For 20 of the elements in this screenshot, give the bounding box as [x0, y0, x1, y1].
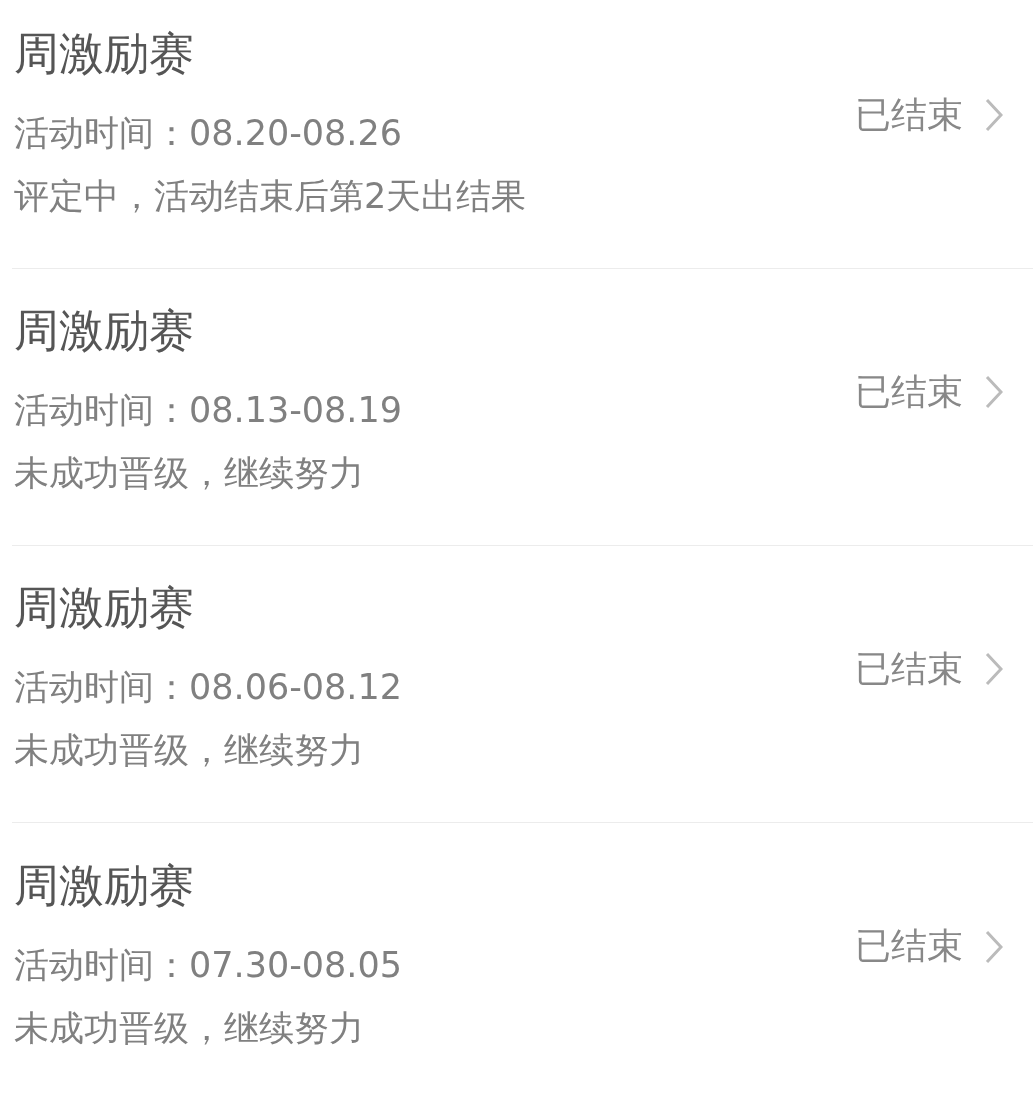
status-text: 已结束 — [855, 369, 963, 414]
contest-title: 周激励赛 — [14, 580, 194, 636]
result-text: 未成功晋级，继续努力 — [14, 1006, 364, 1050]
result-text: 评定中，活动结束后第2天出结果 — [14, 175, 527, 218]
chevron-right-icon — [985, 375, 1003, 409]
status-text: 已结束 — [855, 646, 963, 691]
contest-title: 周激励赛 — [14, 303, 194, 359]
status-text: 已结束 — [855, 92, 963, 137]
chevron-right-icon — [985, 929, 1003, 964]
period-text: 活动时间：08.13-08.19 — [14, 389, 403, 432]
chevron-right-icon — [985, 652, 1003, 686]
contest-title: 周激励赛 — [14, 857, 194, 914]
chevron-right-icon — [985, 98, 1003, 132]
result-text: 未成功晋级，继续努力 — [14, 452, 364, 495]
contest-title: 周激励赛 — [14, 26, 194, 82]
period-text: 活动时间：08.20-08.26 — [14, 112, 403, 155]
result-text: 未成功晋级，继续努力 — [14, 729, 364, 772]
period-text: 活动时间：08.06-08.12 — [14, 666, 403, 709]
status-text: 已结束 — [855, 924, 963, 968]
period-text: 活动时间：07.30-08.05 — [14, 943, 403, 987]
